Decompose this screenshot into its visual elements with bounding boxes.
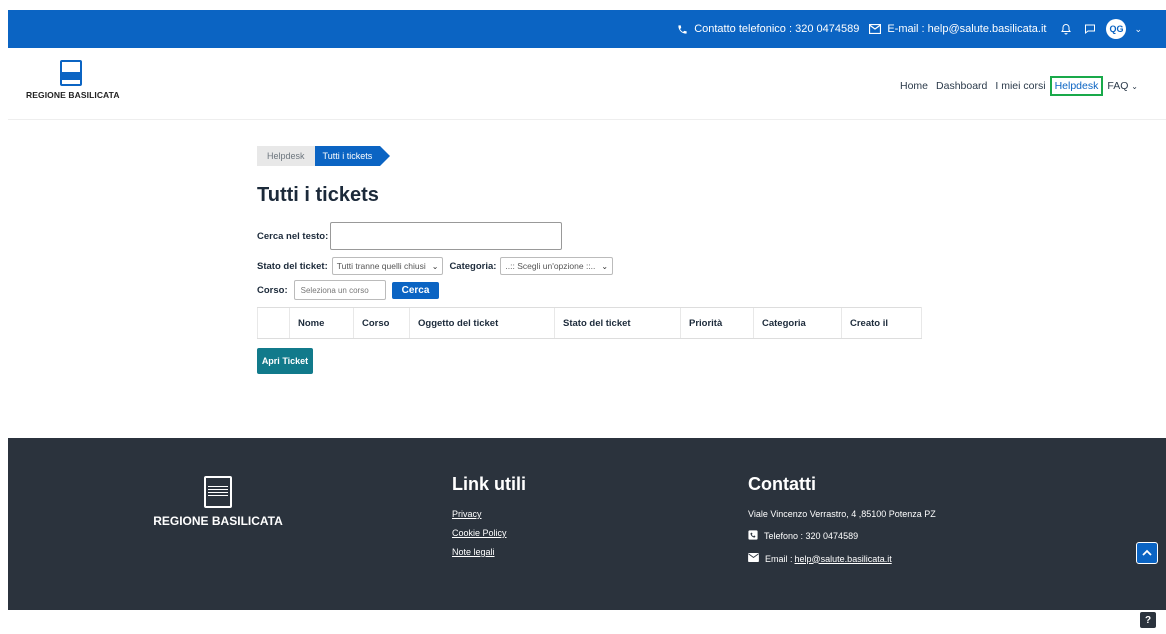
footer-address: Viale Vincenzo Verrastro, 4 ,85100 Poten… — [748, 509, 936, 519]
column-header-subject[interactable]: Oggetto del ticket — [409, 307, 555, 339]
nav-faq[interactable]: FAQ ⌄ — [1103, 77, 1142, 95]
footer-phone: Telefono : 320 0474589 — [748, 530, 936, 542]
page-title: Tutti i tickets — [257, 184, 379, 206]
category-select-value: ..:: Scegli un'opzione ::.. — [505, 261, 596, 271]
chevron-down-icon: ⌄ — [601, 261, 609, 271]
phone-icon — [677, 24, 688, 35]
message-icon[interactable] — [1084, 23, 1096, 35]
footer-links: Link utili Privacy Cookie Policy Note le… — [452, 474, 526, 566]
column-header-category[interactable]: Categoria — [753, 307, 842, 339]
phone-contact-text: Contatto telefonico : 320 0474589 — [694, 23, 860, 35]
footer-links-title: Link utili — [452, 474, 526, 494]
footer-contacts: Contatti Viale Vincenzo Verrastro, 4 ,85… — [748, 474, 936, 575]
site-header: REGIONE BASILICATA Home Dashboard I miei… — [8, 48, 1166, 120]
chevron-down-icon: ⌄ — [431, 261, 439, 271]
course-input[interactable]: Seleziona un corso — [293, 280, 386, 300]
status-select[interactable]: Tutti tranne quelli chiusi ⌄ — [331, 257, 444, 275]
top-bar: Contatto telefonico : 320 0474589 E-mail… — [8, 10, 1166, 48]
footer-logo-text: REGIONE BASILICATA — [153, 514, 283, 528]
breadcrumb: Helpdesk Tutti i tickets — [257, 146, 390, 166]
footer-link-cookie-policy[interactable]: Cookie Policy — [452, 528, 526, 538]
column-header-priority[interactable]: Priorità — [680, 307, 754, 339]
column-header-status[interactable]: Stato del ticket — [554, 307, 681, 339]
search-button[interactable]: Cerca — [391, 281, 440, 299]
category-label: Categoria: — [449, 260, 497, 272]
mail-icon — [869, 24, 882, 34]
breadcrumb-current: Tutti i tickets — [314, 146, 390, 166]
footer-email-link[interactable]: help@salute.basilicata.it — [795, 554, 892, 564]
status-label: Stato del ticket: — [257, 260, 328, 272]
nav-my-courses[interactable]: I miei corsi — [991, 77, 1049, 95]
chevron-down-icon[interactable]: ⌄ — [1134, 24, 1142, 35]
scroll-to-top-button[interactable] — [1136, 542, 1158, 564]
top-bar-contacts: Contatto telefonico : 320 0474589 E-mail… — [677, 10, 1142, 48]
nav-home[interactable]: Home — [896, 77, 932, 95]
footer-link-legal-notes[interactable]: Note legali — [452, 547, 526, 557]
course-label: Corso: — [257, 284, 288, 296]
search-label: Cerca nel testo: — [257, 230, 329, 242]
footer-email: Email : help@salute.basilicata.it — [748, 553, 936, 564]
region-emblem-icon — [204, 476, 232, 508]
footer-address-text: Viale Vincenzo Verrastro, 4 ,85100 Poten… — [748, 509, 936, 519]
chevron-down-icon: ⌄ — [1131, 82, 1138, 91]
column-header-course[interactable]: Corso — [353, 307, 410, 339]
column-header-name[interactable]: Nome — [289, 307, 354, 339]
course-row: Corso: Seleziona un corso Cerca — [257, 280, 440, 300]
user-avatar[interactable]: QG — [1106, 19, 1127, 39]
logo-text: REGIONE BASILICATA — [26, 90, 120, 100]
category-select[interactable]: ..:: Scegli un'opzione ::.. ⌄ — [500, 257, 614, 275]
search-row: Cerca nel testo: — [257, 222, 563, 250]
table-header-row: Nome Corso Oggetto del ticket Stato del … — [257, 307, 922, 339]
region-emblem-icon — [60, 60, 82, 86]
phone-icon — [748, 530, 758, 542]
column-header-created[interactable]: Creato il — [841, 307, 922, 339]
chevron-up-icon — [1142, 549, 1152, 556]
status-category-row: Stato del ticket: Tutti tranne quelli ch… — [257, 257, 614, 275]
status-select-value: Tutti tranne quelli chiusi — [336, 261, 426, 271]
nav-faq-label: FAQ — [1107, 80, 1129, 92]
site-logo[interactable]: REGIONE BASILICATA — [26, 60, 120, 100]
email-contact-text[interactable]: E-mail : help@salute.basilicata.it — [887, 23, 1046, 35]
column-header-select — [257, 307, 290, 339]
search-input[interactable] — [330, 222, 563, 250]
footer-contacts-title: Contatti — [748, 474, 816, 494]
nav-dashboard[interactable]: Dashboard — [932, 77, 991, 95]
open-ticket-button[interactable]: Apri Ticket — [257, 348, 313, 374]
nav-helpdesk[interactable]: Helpdesk — [1049, 76, 1104, 96]
help-button[interactable]: ? — [1140, 612, 1156, 628]
breadcrumb-helpdesk[interactable]: Helpdesk — [257, 146, 315, 166]
footer-link-privacy[interactable]: Privacy — [452, 509, 526, 519]
tickets-table: Nome Corso Oggetto del ticket Stato del … — [257, 307, 922, 339]
footer-phone-text: Telefono : 320 0474589 — [764, 531, 859, 541]
footer-logo: REGIONE BASILICATA — [153, 476, 283, 528]
main-nav: Home Dashboard I miei corsi Helpdesk FAQ… — [896, 76, 1142, 96]
bell-icon[interactable] — [1060, 23, 1072, 35]
footer-email-label: Email : — [765, 553, 793, 564]
site-footer: REGIONE BASILICATA Link utili Privacy Co… — [8, 438, 1166, 610]
mail-icon — [748, 553, 759, 564]
